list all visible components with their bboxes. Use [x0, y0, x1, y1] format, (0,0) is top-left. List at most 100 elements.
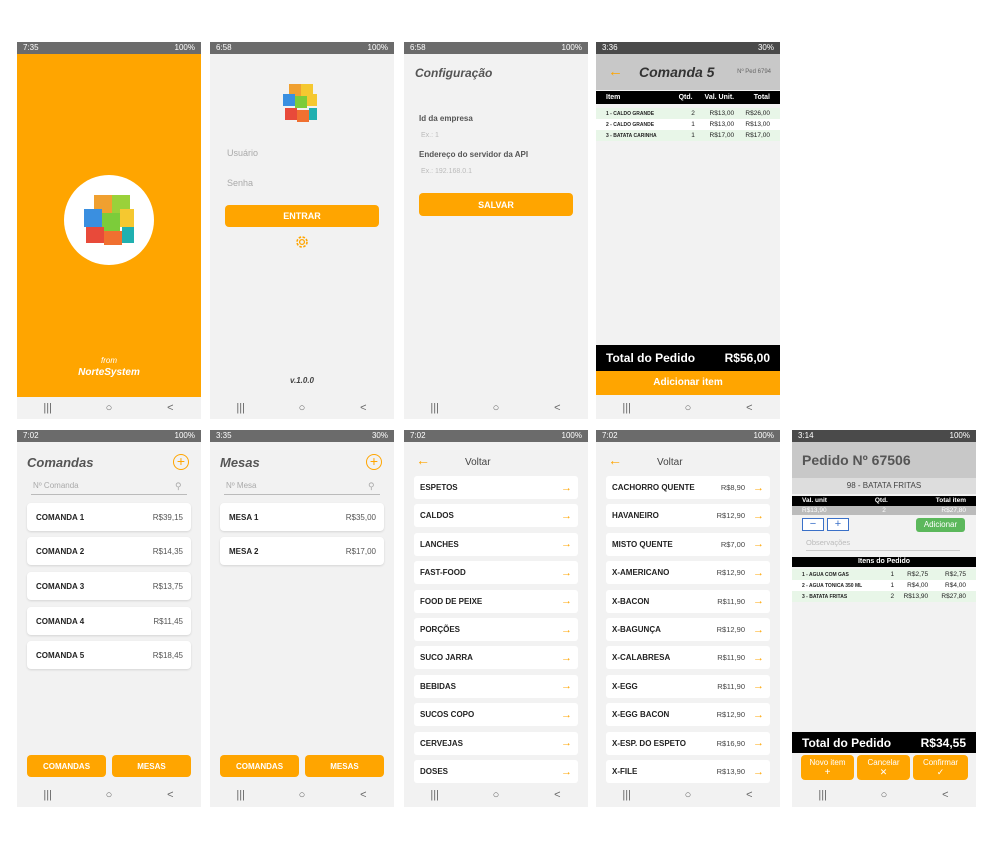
- arrow-right-icon: →: [561, 708, 572, 721]
- category-item[interactable]: CALDOS →: [414, 504, 578, 528]
- back-button[interactable]: <: [729, 789, 769, 801]
- back-label[interactable]: Voltar: [657, 457, 683, 468]
- recents-button[interactable]: |||: [415, 789, 455, 801]
- recents-button[interactable]: |||: [221, 789, 261, 801]
- product-item[interactable]: X-FILE R$13,90 →: [606, 760, 770, 783]
- server-input[interactable]: Ex.: 192.168.0.1: [421, 168, 571, 175]
- arrow-left-icon[interactable]: ←: [416, 452, 430, 468]
- save-button[interactable]: SALVAR: [419, 193, 573, 216]
- product-item[interactable]: CACHORRO QUENTE R$8,90 →: [606, 476, 770, 499]
- product-item[interactable]: X-BACON R$11,90 →: [606, 589, 770, 613]
- category-item[interactable]: LANCHES →: [414, 532, 578, 556]
- back-button[interactable]: <: [343, 402, 383, 414]
- new-item-button[interactable]: Novo item +: [801, 755, 854, 780]
- recents-button[interactable]: |||: [607, 789, 647, 801]
- product-item[interactable]: X-AMERICANO R$12,90 →: [606, 561, 770, 585]
- home-button[interactable]: ○: [476, 402, 516, 414]
- category-item[interactable]: FAST-FOOD →: [414, 561, 578, 585]
- back-label[interactable]: Voltar: [465, 457, 491, 468]
- category-item[interactable]: DOSES →: [414, 760, 578, 783]
- product-item[interactable]: X-EGG R$11,90 →: [606, 674, 770, 698]
- recents-button[interactable]: |||: [803, 789, 843, 801]
- recents-button[interactable]: |||: [28, 789, 68, 801]
- category-item[interactable]: SUCO JARRA →: [414, 646, 578, 670]
- home-button[interactable]: ○: [476, 789, 516, 801]
- home-button[interactable]: ○: [864, 789, 904, 801]
- comandas-tab-button[interactable]: COMANDAS: [27, 755, 106, 777]
- product-item[interactable]: HAVANEIRO R$12,90 →: [606, 504, 770, 528]
- home-button[interactable]: ○: [89, 789, 129, 801]
- nav-bar: ||| ○ <: [210, 784, 394, 806]
- table-row[interactable]: 1 - CALDO GRANDE 2 R$13,00 R$26,00: [596, 108, 780, 119]
- company-id-input[interactable]: Ex.: 1: [421, 132, 571, 139]
- back-button[interactable]: <: [150, 789, 190, 801]
- add-item-button[interactable]: Adicionar item: [596, 371, 780, 395]
- list-item[interactable]: MESA 1 R$35,00: [220, 503, 384, 531]
- cancel-button[interactable]: Cancelar ✕: [857, 755, 910, 780]
- from-label: from: [101, 356, 117, 365]
- category-item[interactable]: FOOD DE PEIXE →: [414, 589, 578, 613]
- category-item[interactable]: PORÇÕES →: [414, 618, 578, 641]
- back-button[interactable]: <: [343, 789, 383, 801]
- arrow-left-icon[interactable]: ←: [608, 63, 623, 80]
- back-button[interactable]: <: [150, 402, 190, 414]
- recents-button[interactable]: |||: [221, 402, 261, 414]
- list-item[interactable]: COMANDA 1 R$39,15: [27, 503, 191, 531]
- arrow-left-icon[interactable]: ←: [608, 452, 622, 468]
- recents-button[interactable]: |||: [415, 402, 455, 414]
- category-item[interactable]: BEBIDAS →: [414, 674, 578, 698]
- product-label: X-CALABRESA: [612, 653, 671, 663]
- minus-button[interactable]: −: [802, 518, 824, 531]
- product-item[interactable]: X-CALABRESA R$11,90 →: [606, 646, 770, 670]
- list-item[interactable]: COMANDA 4 R$11,45: [27, 607, 191, 635]
- table-row[interactable]: 1 - AGUA COM GAS 1 R$2,75 R$2,75: [792, 569, 976, 580]
- plus-circle-icon[interactable]: +: [366, 454, 382, 470]
- comandas-tab-button[interactable]: COMANDAS: [220, 755, 299, 777]
- back-button[interactable]: <: [537, 789, 577, 801]
- plus-circle-icon[interactable]: +: [173, 454, 189, 470]
- mesas-tab-button[interactable]: MESAS: [112, 755, 191, 777]
- product-item[interactable]: X-BAGUNÇA R$12,90 →: [606, 618, 770, 641]
- password-field[interactable]: Senha: [227, 178, 377, 192]
- plus-button[interactable]: +: [827, 518, 849, 531]
- search-icon: ⚲: [368, 481, 375, 491]
- username-field[interactable]: Usuário: [227, 148, 377, 162]
- table-row[interactable]: 3 - BATATA CARINHA 1 R$17,00 R$17,00: [596, 130, 780, 141]
- search-input[interactable]: Nº Mesa: [224, 481, 380, 495]
- product-item[interactable]: X-ESP. DO ESPETO R$16,90 →: [606, 731, 770, 755]
- category-item[interactable]: CERVEJAS →: [414, 731, 578, 755]
- home-button[interactable]: ○: [668, 402, 708, 414]
- list-item[interactable]: COMANDA 2 R$14,35: [27, 537, 191, 565]
- search-input[interactable]: Nº Comanda: [31, 481, 187, 495]
- list-item[interactable]: COMANDA 3 R$13,75: [27, 572, 191, 600]
- product-label: CACHORRO QUENTE: [612, 483, 695, 492]
- recents-button[interactable]: |||: [28, 402, 68, 414]
- add-button[interactable]: Adicionar: [916, 518, 965, 532]
- mesas-tab-button[interactable]: MESAS: [305, 755, 384, 777]
- home-button[interactable]: ○: [668, 789, 708, 801]
- table-row[interactable]: 3 - BATATA FRITAS 2 R$13,90 R$27,80: [792, 591, 976, 602]
- category-item[interactable]: ESPETOS →: [414, 476, 578, 499]
- login-button[interactable]: ENTRAR: [225, 205, 379, 227]
- page-title: Configuração: [415, 66, 493, 80]
- home-button[interactable]: ○: [282, 789, 322, 801]
- observations-input[interactable]: Observações: [806, 538, 960, 551]
- back-button[interactable]: <: [729, 402, 769, 414]
- home-button[interactable]: ○: [282, 402, 322, 414]
- list-item[interactable]: COMANDA 5 R$18,45: [27, 641, 191, 669]
- back-button[interactable]: <: [925, 789, 965, 801]
- back-button[interactable]: <: [537, 402, 577, 414]
- list-item[interactable]: MESA 2 R$17,00: [220, 537, 384, 565]
- product-item[interactable]: MISTO QUENTE R$7,00 →: [606, 532, 770, 556]
- recents-button[interactable]: |||: [607, 402, 647, 414]
- confirm-button[interactable]: Confirmar ✓: [913, 755, 968, 780]
- table-row[interactable]: 2 - AGUA TONICA 350 ML 1 R$4,00 R$4,00: [792, 580, 976, 591]
- category-item[interactable]: SUCOS COPO →: [414, 703, 578, 727]
- home-button[interactable]: ○: [89, 402, 129, 414]
- total-bar: Total do Pedido R$34,55: [792, 732, 976, 753]
- table-row[interactable]: 2 - CALDO GRANDE 1 R$13,00 R$13,00: [596, 119, 780, 130]
- product-item[interactable]: X-EGG BACON R$12,90 →: [606, 703, 770, 727]
- status-bar: 3:14 100%: [792, 430, 976, 442]
- config-screen: 6:58 100% Configuração Id da empresa Ex.:…: [404, 42, 588, 419]
- gear-icon[interactable]: [293, 233, 311, 251]
